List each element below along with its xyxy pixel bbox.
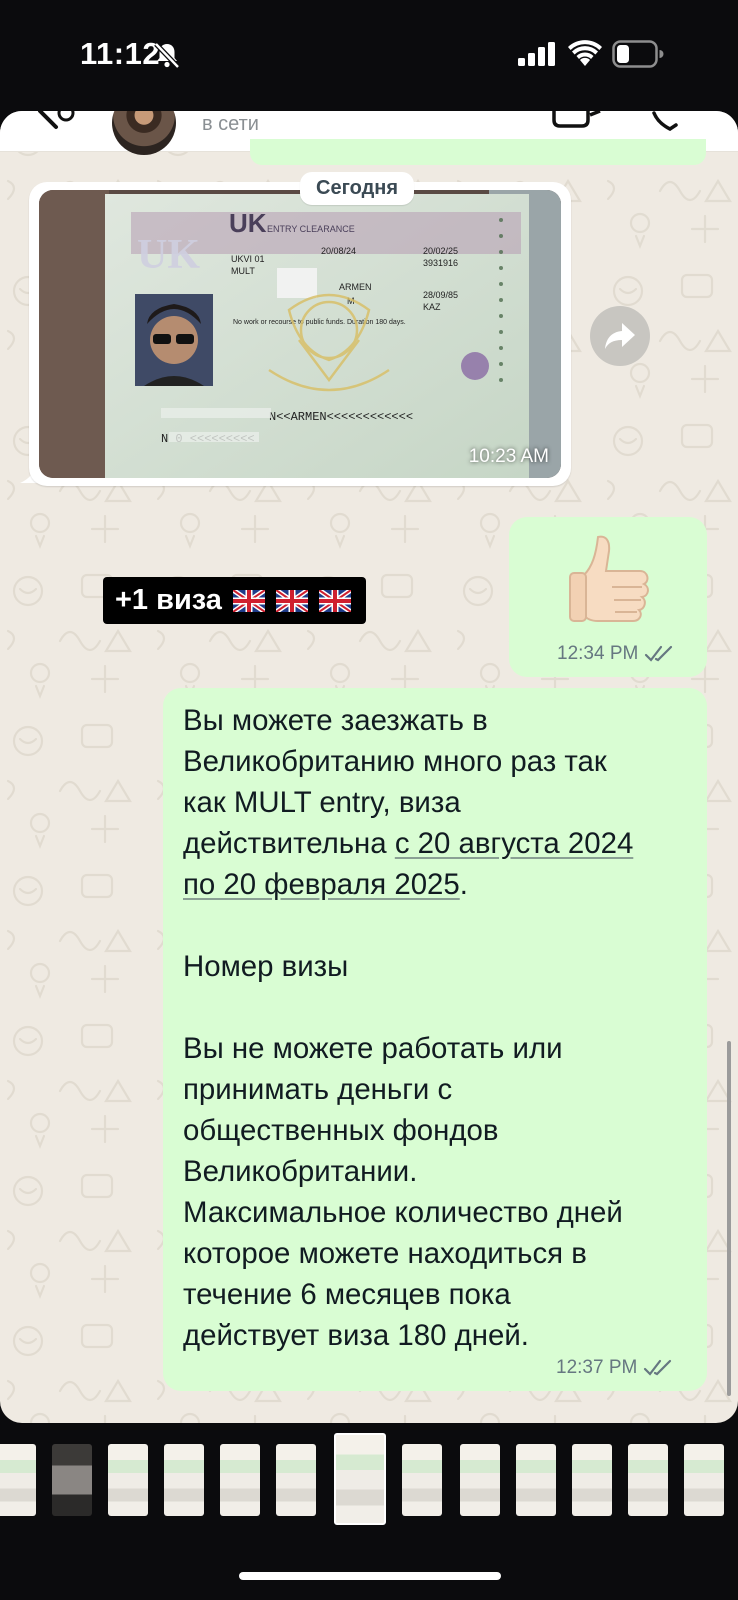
sticker-text: +1 виза xyxy=(115,584,222,616)
uk-emblem-text: UK xyxy=(137,232,200,278)
svg-text:28/09/85: 28/09/85 xyxy=(423,290,458,300)
read-ticks-icon xyxy=(644,1359,672,1376)
visa-sticker: +1 виза xyxy=(103,577,366,624)
cellular-signal-icon xyxy=(518,42,555,66)
video-call-icon[interactable] xyxy=(552,111,602,131)
thumbs-up-message[interactable]: 12:34 PM xyxy=(509,517,707,677)
bell-slash-icon xyxy=(154,42,180,69)
svg-text:No work or recourse to public: No work or recourse to public funds. Dur… xyxy=(233,319,406,326)
screenshot-thumbnail[interactable] xyxy=(164,1444,204,1516)
status-bar: 11:12 xyxy=(0,0,738,108)
previous-message-bubble xyxy=(250,139,706,165)
svg-text:20/02/25: 20/02/25 xyxy=(423,246,458,256)
thumbs-up-icon xyxy=(569,535,649,622)
wifi-icon xyxy=(568,40,602,66)
thumbnail-strip xyxy=(0,1430,738,1530)
screenshot-thumbnail[interactable] xyxy=(108,1444,148,1516)
avatar[interactable] xyxy=(112,111,176,155)
home-indicator[interactable] xyxy=(239,1572,501,1580)
uk-flag-icon xyxy=(233,590,265,613)
screenshot-thumbnail[interactable] xyxy=(628,1444,668,1516)
svg-text:20/08/24: 20/08/24 xyxy=(321,246,356,256)
contact-status: в сети xyxy=(202,113,259,135)
read-ticks-icon xyxy=(645,645,673,662)
visa-photo[interactable]: UK UK ENTRY CLEARANCE UKVI 01 MULT 20/08… xyxy=(39,190,561,478)
svg-text:MULT: MULT xyxy=(231,266,255,276)
battery-icon xyxy=(612,40,664,68)
message-text: Вы можете заезжать в Великобританию мног… xyxy=(183,704,634,1352)
screenshot-thumbnail[interactable] xyxy=(220,1444,260,1516)
uk-flag-icon xyxy=(276,590,309,613)
screenshot-thumbnail[interactable] xyxy=(402,1444,442,1516)
screenshot-thumbnail[interactable] xyxy=(460,1444,500,1516)
screenshot-thumbnail[interactable] xyxy=(0,1444,36,1516)
back-arrow-icon[interactable] xyxy=(16,111,86,151)
screenshot-thumbnail[interactable] xyxy=(52,1444,92,1516)
scrollbar[interactable] xyxy=(727,1041,731,1396)
status-time: 11:12 xyxy=(80,36,161,71)
svg-text:N<<ARMEN<<<<<<<<<<<<: N<<ARMEN<<<<<<<<<<<< xyxy=(269,410,413,424)
voice-call-icon[interactable] xyxy=(650,111,690,131)
forward-icon xyxy=(605,323,635,349)
message-time: 12:37 PM xyxy=(556,1357,673,1379)
screenshot-thumbnail[interactable] xyxy=(276,1444,316,1516)
uk-flag-icon xyxy=(319,590,352,613)
screenshot-thumbnail-selected[interactable] xyxy=(334,1433,386,1525)
chat-panel[interactable]: в сети UK UK ENTRY CLEARANCE UKVI 01 MUL… xyxy=(0,111,738,1423)
svg-text:UKVI 01: UKVI 01 xyxy=(231,254,265,264)
image-message[interactable]: UK UK ENTRY CLEARANCE UKVI 01 MULT 20/08… xyxy=(29,182,571,486)
svg-text:3931916: 3931916 xyxy=(423,258,458,268)
date-chip: Сегодня xyxy=(300,172,415,205)
svg-text:ARMEN: ARMEN xyxy=(339,282,372,292)
date-link[interactable]: с 20 августа 2024 xyxy=(395,827,633,860)
screenshot-thumbnail[interactable] xyxy=(572,1444,612,1516)
screenshot-thumbnail[interactable] xyxy=(516,1444,556,1516)
message-time: 10:23 AM xyxy=(468,446,549,467)
message-time: 12:34 PM xyxy=(557,643,674,665)
date-link[interactable]: по 20 февраля 2025 xyxy=(183,868,460,901)
forward-button[interactable] xyxy=(590,306,650,366)
svg-text:ENTRY CLEARANCE: ENTRY CLEARANCE xyxy=(267,224,355,234)
screenshot-thumbnail[interactable] xyxy=(684,1444,724,1516)
visa-image: UK UK ENTRY CLEARANCE UKVI 01 MULT 20/08… xyxy=(39,190,561,478)
svg-text:KAZ: KAZ xyxy=(423,302,441,312)
svg-text:UK: UK xyxy=(229,208,267,238)
text-message[interactable]: Вы можете заезжать в Великобританию мног… xyxy=(163,688,707,1391)
